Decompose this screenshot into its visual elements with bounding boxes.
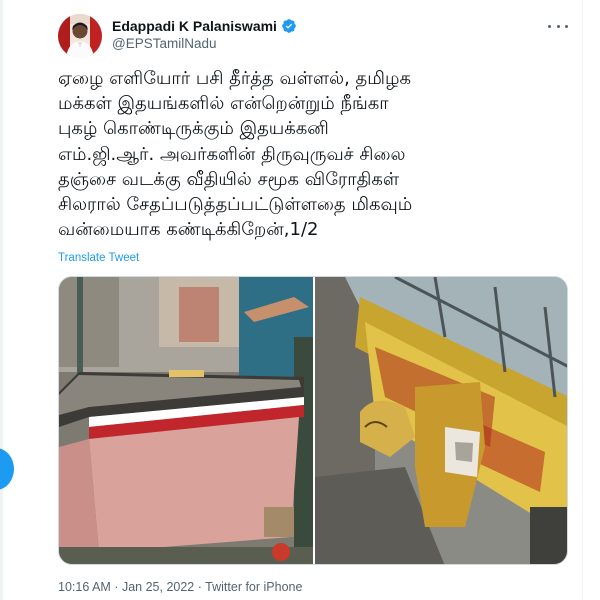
tweet-time[interactable]: 10:16 AM bbox=[58, 580, 111, 594]
media-photo-pedestal[interactable] bbox=[59, 277, 313, 564]
author-handle[interactable]: @EPSTamilNadu bbox=[112, 36, 217, 51]
timeline-border-left bbox=[0, 0, 3, 600]
media-photo-damaged-statue[interactable] bbox=[315, 277, 567, 564]
tweet-text-line: சிலரால் சேதப்படுத்தப்பட்டுள்ளதை மிகவும் bbox=[58, 194, 413, 216]
translate-tweet-link[interactable]: Translate Tweet bbox=[58, 252, 139, 264]
compose-tweet-button[interactable] bbox=[0, 448, 14, 490]
tweet-text: ஏழை எளியோர் பசி தீர்த்த வள்ளல், தமிழக மக… bbox=[58, 66, 573, 242]
tweet-text-line: மக்கள் இதயங்களில் என்றென்றும் நீங்கா bbox=[58, 93, 389, 115]
tweet-text-line: எம்.ஜி.ஆர். அவர்களின் திருவுருவச் சிலை bbox=[58, 143, 406, 165]
author-display-name[interactable]: Edappadi K Palaniswami bbox=[112, 18, 277, 34]
tweet-date[interactable]: Jan 25, 2022 bbox=[122, 580, 194, 594]
tweet-media bbox=[58, 276, 568, 565]
author-name-row[interactable]: Edappadi K Palaniswami bbox=[112, 15, 297, 37]
more-horizontal-icon[interactable] bbox=[548, 18, 568, 34]
timeline-border-right bbox=[582, 0, 583, 600]
meta-separator: · bbox=[197, 580, 202, 594]
verified-badge-icon bbox=[281, 18, 297, 34]
tweet-text-line: வன்மையாக கண்டிக்கிறேன்,1/2 bbox=[58, 219, 319, 241]
tweet-text-line: ஏழை எளியோர் பசி தீர்த்த வள்ளல், தமிழக bbox=[58, 68, 411, 89]
tweet-source[interactable]: Twitter for iPhone bbox=[205, 580, 302, 594]
meta-separator: · bbox=[114, 580, 119, 594]
tweet-meta: 10:16 AM · Jan 25, 2022 · Twitter for iP… bbox=[58, 580, 302, 594]
tweet-text-line: புகழ் கொண்டிருக்கும் இதயக்கனி bbox=[58, 118, 329, 140]
avatar[interactable] bbox=[58, 14, 102, 58]
tweet-text-line: தஞ்சை வடக்கு வீதியில் சமூக விரோதிகள் bbox=[58, 168, 400, 190]
